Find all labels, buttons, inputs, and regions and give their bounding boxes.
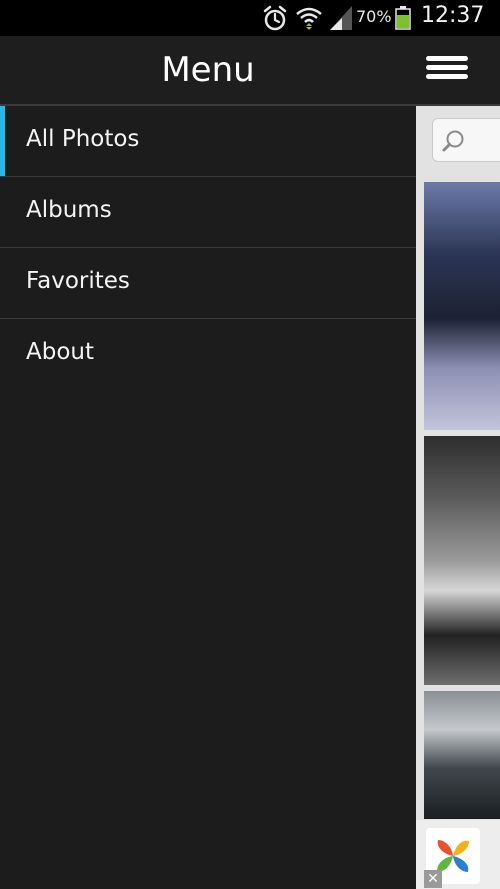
- clock: 12:37: [421, 3, 485, 28]
- menu-item-all-photos[interactable]: All Photos: [0, 106, 416, 177]
- ad-banner[interactable]: ✕: [416, 820, 500, 889]
- signal-icon: [330, 6, 352, 30]
- menu-item-label: Favorites: [26, 268, 130, 294]
- status-bar: 70% 12:37: [0, 0, 500, 36]
- wifi-icon: [296, 7, 322, 30]
- search-input[interactable]: [432, 118, 500, 162]
- ad-close-icon[interactable]: ✕: [424, 870, 442, 888]
- battery-percent: 70%: [356, 7, 392, 26]
- photo-thumbnail[interactable]: [424, 182, 500, 430]
- menu-item-favorites[interactable]: Favorites: [0, 248, 416, 319]
- photo-thumbnail[interactable]: [424, 436, 500, 685]
- drawer-header: Menu: [0, 36, 500, 106]
- alarm-icon: [263, 5, 287, 31]
- menu-item-label: About: [26, 339, 95, 365]
- navigation-drawer: Menu All Photos Albums Favorites About: [0, 36, 500, 889]
- photo-grid-panel: ✕: [416, 104, 500, 889]
- hamburger-icon[interactable]: [426, 54, 470, 84]
- menu-item-about[interactable]: About: [0, 319, 416, 389]
- menu-list: All Photos Albums Favorites About: [0, 106, 416, 389]
- screen: 70% 12:37 ✕ Menu All Photos Albums Favor…: [0, 0, 500, 889]
- drawer-title: Menu: [161, 50, 255, 90]
- photo-thumbnail[interactable]: [424, 691, 500, 819]
- battery-icon: [395, 6, 411, 30]
- menu-item-albums[interactable]: Albums: [0, 177, 416, 248]
- menu-item-label: All Photos: [26, 126, 140, 152]
- menu-item-label: Albums: [26, 197, 112, 223]
- search-icon: [442, 130, 464, 152]
